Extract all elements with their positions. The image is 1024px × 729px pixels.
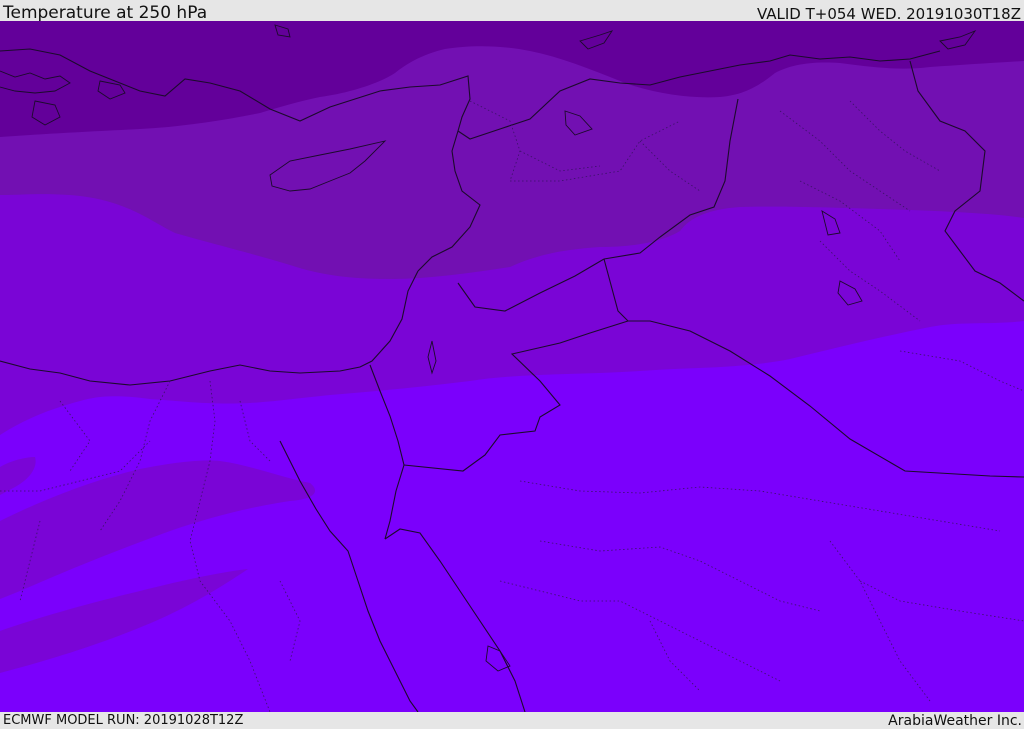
temperature-map[interactable] — [0, 21, 1024, 712]
credit-label: ArabiaWeather Inc. — [888, 713, 1022, 729]
map-header: Temperature at 250 hPa VALID T+054 WED. … — [0, 0, 1024, 23]
map-footer: ECMWF MODEL RUN: 20191028T12Z ArabiaWeat… — [0, 712, 1024, 729]
model-run-label: ECMWF MODEL RUN: 20191028T12Z — [3, 713, 244, 728]
map-title: Temperature at 250 hPa — [3, 3, 208, 23]
map-canvas — [0, 21, 1024, 712]
weather-map-page: Temperature at 250 hPa VALID T+054 WED. … — [0, 0, 1024, 729]
